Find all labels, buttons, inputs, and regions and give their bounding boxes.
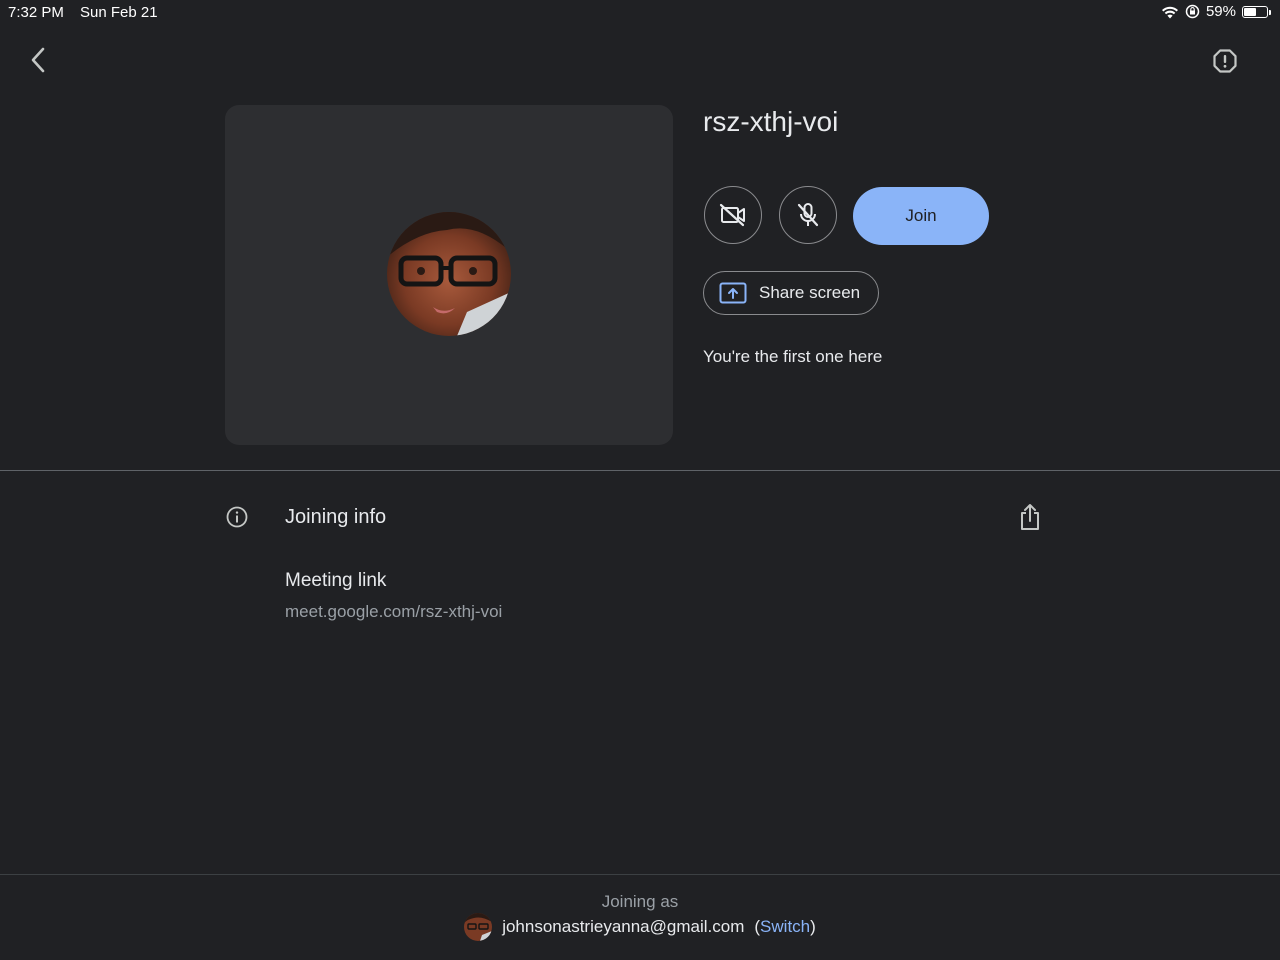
meeting-link-url[interactable]: meet.google.com/rsz-xthj-voi: [285, 602, 502, 622]
user-avatar: [387, 212, 511, 336]
mic-off-icon: [797, 203, 819, 227]
battery-percent: 59%: [1205, 3, 1236, 20]
switch-account-link[interactable]: Switch: [760, 917, 810, 936]
mic-toggle-button[interactable]: [779, 186, 837, 244]
meeting-status-message: You're the first one here: [703, 347, 883, 366]
share-info-button[interactable]: [1017, 503, 1043, 531]
back-button[interactable]: [22, 44, 54, 76]
battery-level: [1244, 7, 1257, 16]
report-problem-icon: [1213, 49, 1237, 73]
info-icon: [226, 506, 248, 528]
share-screen-button[interactable]: Share screen: [703, 271, 879, 315]
joining-as-label: Joining as: [601, 892, 679, 911]
account-avatar: [464, 913, 493, 941]
camera-off-icon: [719, 203, 745, 227]
account-row: johnsonastrieyanna@gmail.com (Switch): [0, 913, 1280, 941]
section-divider: [0, 470, 1280, 471]
status-indicators: 59%: [1161, 3, 1271, 20]
share-screen-label: Share screen: [759, 283, 861, 302]
status-date: Sun Feb 21: [80, 4, 158, 21]
switch-account[interactable]: (Switch): [754, 917, 815, 937]
orientation-lock-icon: [1185, 4, 1200, 19]
meeting-link-label: Meeting link: [285, 570, 387, 591]
footer-divider: [0, 874, 1280, 875]
camera-toggle-button[interactable]: [704, 186, 762, 244]
account-email: johnsonastrieyanna@gmail.com: [502, 917, 745, 936]
meeting-code: rsz-xthj-voi: [703, 106, 839, 137]
present-screen-icon: [719, 282, 747, 304]
close-paren: ): [810, 917, 816, 936]
wifi-icon: [1161, 6, 1178, 18]
battery-icon: [1242, 5, 1271, 18]
chevron-left-icon: [31, 47, 45, 73]
share-icon: [1021, 504, 1039, 530]
report-problem-button[interactable]: [1208, 44, 1242, 78]
joining-info-title: Joining info: [285, 506, 387, 528]
status-time: 7:32 PM: [8, 4, 64, 21]
join-button[interactable]: Join: [853, 187, 989, 245]
